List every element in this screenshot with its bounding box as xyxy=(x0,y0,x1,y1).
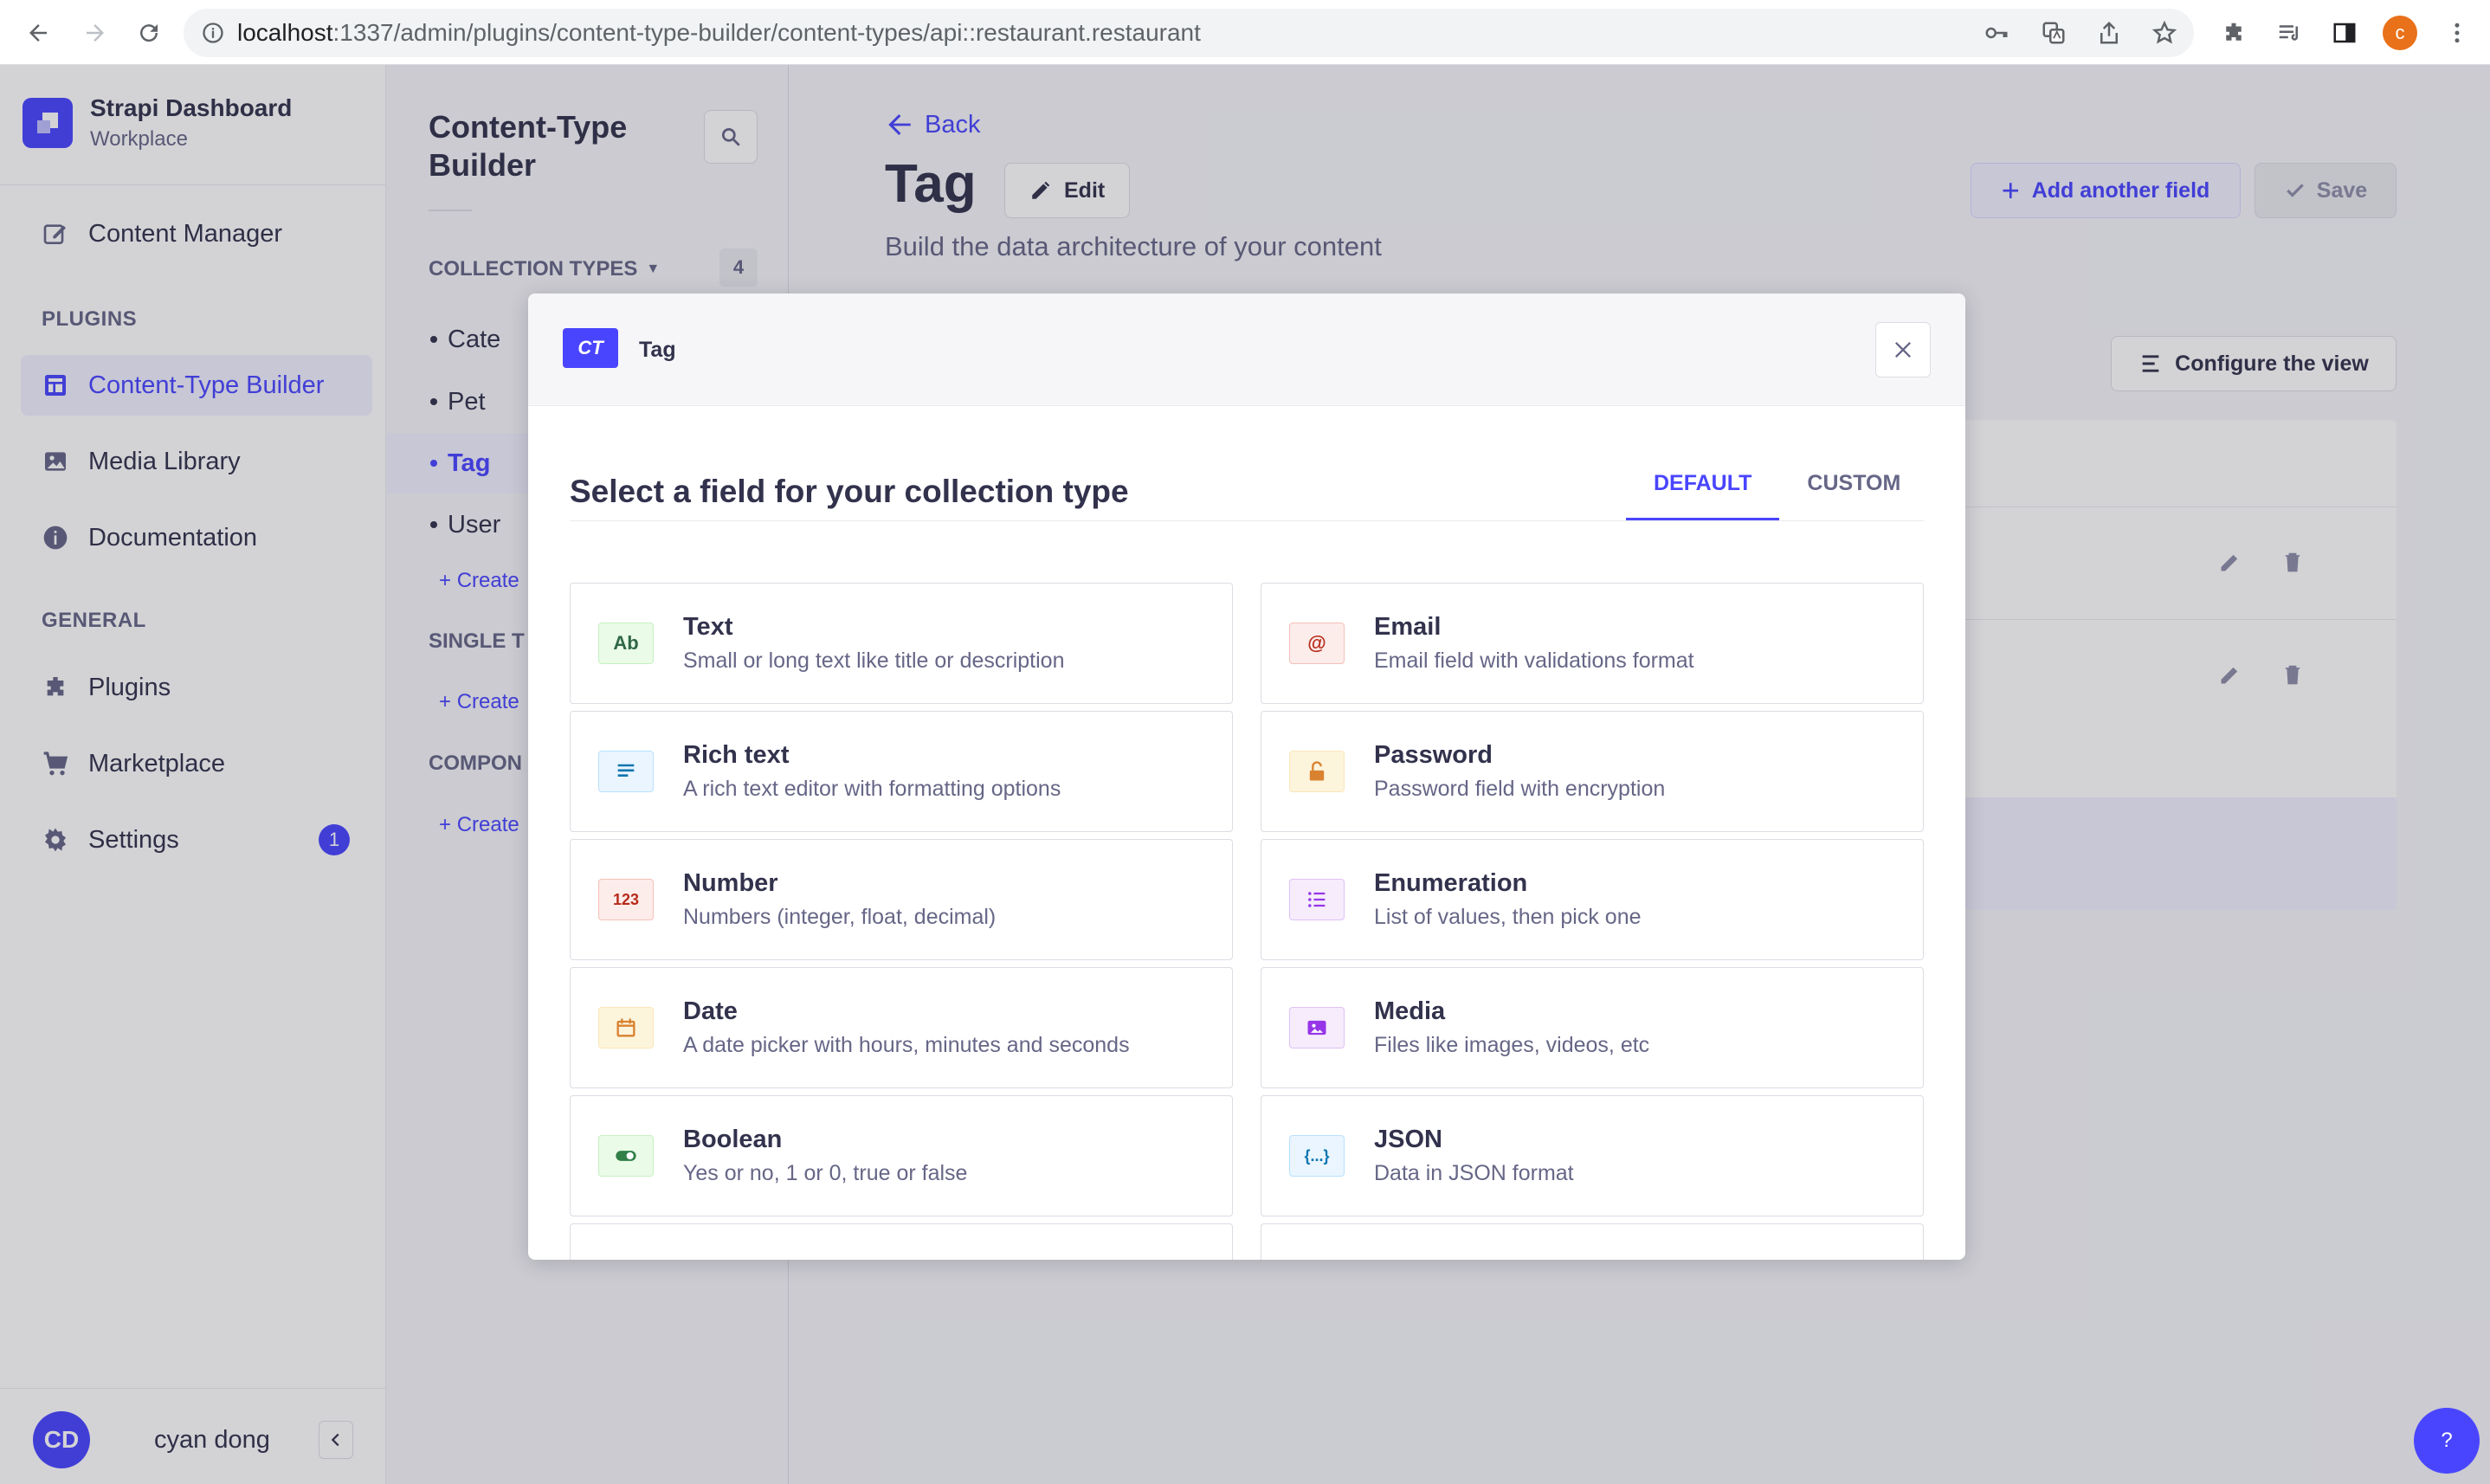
reload-icon[interactable] xyxy=(130,14,168,52)
paragraph-icon xyxy=(598,751,654,792)
field-card-date[interactable]: Date A date picker with hours, minutes an… xyxy=(570,967,1233,1088)
field-card-enumeration[interactable]: Enumeration List of values, then pick one xyxy=(1261,839,1924,960)
url-host: localhost xyxy=(237,19,333,46)
field-name: Number xyxy=(683,869,778,897)
media-icon xyxy=(1289,1007,1345,1048)
kebab-menu-icon[interactable] xyxy=(2440,16,2474,50)
field-description: Password field with encryption xyxy=(1374,777,1666,801)
share-icon[interactable] xyxy=(2092,16,2126,50)
toggle-icon xyxy=(598,1135,654,1177)
field-card-partial[interactable] xyxy=(570,1223,1233,1260)
back-arrow-icon[interactable] xyxy=(19,14,57,52)
lock-icon xyxy=(1289,751,1345,792)
translate-icon[interactable] xyxy=(2036,16,2071,50)
field-card-media[interactable]: Media Files like images, videos, etc xyxy=(1261,967,1924,1088)
json-icon: {...} xyxy=(1289,1135,1345,1177)
field-card-email[interactable]: @ Email Email field with validations forma… xyxy=(1261,583,1924,704)
field-description: Data in JSON format xyxy=(1374,1161,1574,1185)
divider xyxy=(570,520,1924,521)
field-name: Password xyxy=(1374,741,1493,769)
field-card-text: Media Files like images, videos, etc xyxy=(1374,997,1649,1058)
select-field-modal: CT Tag Select a field for your collectio… xyxy=(528,294,1965,1260)
field-card-boolean[interactable]: Boolean Yes or no, 1 or 0, true or false xyxy=(570,1095,1233,1216)
field-card-text: Text Small or long text like title or des… xyxy=(683,613,1064,674)
modal-header: CT Tag xyxy=(528,294,1965,406)
modal-title: Select a field for your collection type xyxy=(570,474,1129,509)
forward-arrow-icon[interactable] xyxy=(76,14,114,52)
field-description: Small or long text like title or descrip… xyxy=(683,648,1065,673)
close-icon xyxy=(1895,342,1911,358)
extensions-icon[interactable] xyxy=(2216,16,2251,50)
field-card-text: Enumeration List of values, then pick one xyxy=(1374,869,1642,930)
close-button[interactable] xyxy=(1875,322,1931,377)
field-card-text: Rich text A rich text editor with formatt… xyxy=(683,741,1061,802)
address-bar[interactable]: localhost:1337/admin/plugins/content-typ… xyxy=(184,9,2194,57)
field-description: Numbers (integer, float, decimal) xyxy=(683,905,997,929)
star-icon[interactable] xyxy=(2147,16,2182,50)
field-card-text: JSON Data in JSON format xyxy=(1374,1126,1574,1186)
at-icon: @ xyxy=(1289,623,1345,664)
browser-toolbar: localhost:1337/admin/plugins/content-typ… xyxy=(0,0,2490,65)
field-card-password[interactable]: Password Password field with encryption xyxy=(1261,711,1924,832)
field-card-partial[interactable] xyxy=(1261,1223,1924,1260)
media-queue-icon[interactable] xyxy=(2272,16,2306,50)
field-description: List of values, then pick one xyxy=(1374,905,1642,929)
key-icon[interactable] xyxy=(1979,16,2014,50)
calendar-icon xyxy=(598,1007,654,1048)
field-description: Files like images, videos, etc xyxy=(1374,1033,1650,1057)
list-icon xyxy=(1289,879,1345,920)
tab-custom[interactable]: CUSTOM xyxy=(1779,449,1928,520)
field-name: Boolean xyxy=(683,1126,783,1153)
field-card-text: Email Email field with validations format xyxy=(1374,613,1694,674)
modal-breadcrumb: Tag xyxy=(639,338,676,362)
field-name: Date xyxy=(683,997,738,1025)
help-button[interactable]: ? xyxy=(2414,1408,2480,1474)
field-description: A date picker with hours, minutes and se… xyxy=(683,1033,1130,1057)
field-card-text: Boolean Yes or no, 1 or 0, true or false xyxy=(683,1126,967,1186)
field-description: Yes or no, 1 or 0, true or false xyxy=(683,1161,968,1185)
field-name: Media xyxy=(1374,997,1446,1025)
field-card-text: Date A date picker with hours, minutes an… xyxy=(683,997,1130,1058)
field-name: Rich text xyxy=(683,741,790,769)
field-card-text: Number Numbers (integer, float, decimal) xyxy=(683,869,996,930)
field-name: JSON xyxy=(1374,1126,1442,1153)
number-icon: 123 xyxy=(598,879,654,920)
field-card-json[interactable]: {...} JSON Data in JSON format xyxy=(1261,1095,1924,1216)
content-type-badge: CT xyxy=(563,328,618,368)
field-name: Enumeration xyxy=(1374,869,1528,897)
field-name: Text xyxy=(683,613,733,641)
url-path: :1337/admin/plugins/content-type-builder… xyxy=(332,19,1201,46)
site-info-icon[interactable] xyxy=(199,19,227,47)
field-description: A rich text editor with formatting optio… xyxy=(683,777,1061,801)
side-panel-icon[interactable] xyxy=(2327,16,2362,50)
profile-avatar[interactable]: c xyxy=(2383,16,2417,50)
field-name: Email xyxy=(1374,613,1442,641)
field-description: Email field with validations format xyxy=(1374,648,1694,673)
field-card-text: Password Password field with encryption xyxy=(1374,741,1665,802)
field-card-rich-text[interactable]: Rich text A rich text editor with formatt… xyxy=(570,711,1233,832)
tab-default[interactable]: DEFAULT xyxy=(1626,449,1780,520)
field-card-number[interactable]: 123 Number Numbers (integer, float, decima… xyxy=(570,839,1233,960)
field-tabs: DEFAULT CUSTOM xyxy=(1626,449,1928,520)
field-card-text[interactable]: Ab Text Small or long text like title or d… xyxy=(570,583,1233,704)
url-text: localhost:1337/admin/plugins/content-typ… xyxy=(237,19,1201,47)
text-icon: Ab xyxy=(598,623,654,664)
